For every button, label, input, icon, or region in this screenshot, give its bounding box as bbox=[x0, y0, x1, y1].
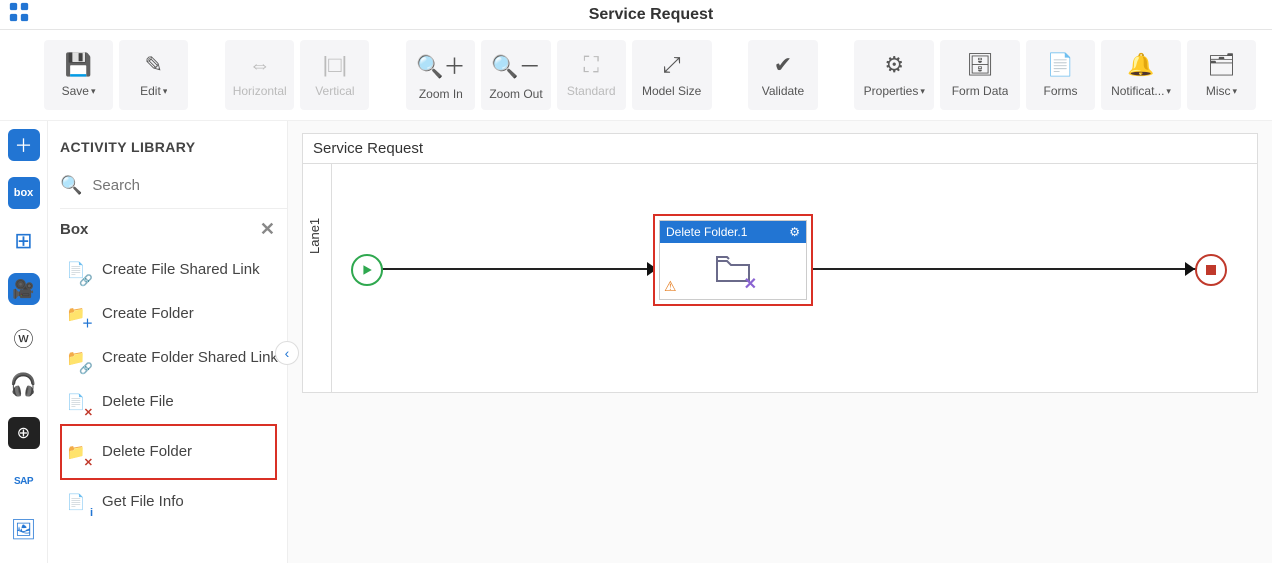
folder-icon: 🗂 bbox=[1208, 52, 1236, 78]
zoom-out-button[interactable]: 🔍－ Zoom Out bbox=[481, 40, 550, 110]
collapse-sidebar-button[interactable]: ‹ bbox=[275, 341, 299, 365]
validate-button[interactable]: ✔︎ Validate bbox=[748, 40, 817, 110]
edit-button[interactable]: ✎ Edit▾ bbox=[119, 40, 188, 110]
arrowhead-icon bbox=[1185, 262, 1195, 276]
search-input[interactable] bbox=[90, 176, 283, 195]
start-node[interactable] bbox=[351, 254, 383, 286]
expand-icon: ⤢ bbox=[663, 52, 681, 78]
file-info-icon: 📄i bbox=[62, 488, 90, 516]
activity-create-folder-shared-link[interactable]: 📁🔗 Create Folder Shared Link bbox=[60, 336, 287, 380]
align-horizontal-icon: ⇔ bbox=[249, 52, 271, 78]
activity-delete-file[interactable]: 📄✕ Delete File bbox=[60, 380, 287, 424]
folder-delete-icon: 📁✕ bbox=[62, 438, 90, 466]
document-icon: 📄 bbox=[1047, 52, 1074, 78]
forms-button[interactable]: 📄 Forms bbox=[1026, 40, 1095, 110]
image-integration-icon[interactable]: 🖼 bbox=[8, 513, 40, 545]
process-canvas[interactable]: Service Request Lane1 Delete Folder.1 ⚙ bbox=[302, 133, 1258, 393]
properties-button[interactable]: ⚙ Properties▾ bbox=[854, 40, 934, 110]
align-vertical-icon: |□| bbox=[323, 52, 348, 78]
gear-icon: ⚙ bbox=[884, 52, 904, 78]
activity-get-file-info[interactable]: 📄i Get File Info bbox=[60, 480, 287, 524]
misc-button[interactable]: 🗂 Misc▾ bbox=[1187, 40, 1256, 110]
canvas-title: Service Request bbox=[303, 134, 1257, 164]
model-size-button[interactable]: ⤢ Model Size bbox=[632, 40, 712, 110]
fit-icon: ⛶ bbox=[583, 52, 598, 78]
align-vertical-button[interactable]: |□| Vertical bbox=[300, 40, 369, 110]
save-icon: 💾 bbox=[65, 52, 92, 78]
zoom-in-button[interactable]: 🔍＋ Zoom In bbox=[406, 40, 475, 110]
search-box: 🔍 bbox=[60, 169, 287, 209]
headset-integration-icon[interactable]: 🎧 bbox=[8, 369, 40, 401]
chevron-down-icon: ▾ bbox=[91, 86, 96, 97]
activity-delete-folder[interactable]: 📁✕ Delete Folder bbox=[60, 424, 277, 480]
chevron-down-icon: ▾ bbox=[1166, 86, 1171, 97]
lane-label: Lane1 bbox=[307, 218, 322, 254]
app-icon[interactable] bbox=[8, 1, 30, 28]
chevron-down-icon: ▾ bbox=[1233, 86, 1238, 97]
bell-icon: 🔔 bbox=[1127, 52, 1154, 78]
zoom-out-icon: 🔍－ bbox=[491, 49, 540, 81]
activity-node-delete-folder[interactable]: Delete Folder.1 ⚙ ✕ ⚠ bbox=[653, 214, 813, 306]
align-horizontal-button[interactable]: ⇔ Horizontal bbox=[225, 40, 294, 110]
activity-create-file-shared-link[interactable]: 📄🔗 Create File Shared Link bbox=[60, 248, 287, 292]
zoom-in-icon: 🔍＋ bbox=[416, 49, 465, 81]
warning-icon: ⚠ bbox=[664, 278, 677, 295]
page-title: Service Request bbox=[38, 6, 1264, 24]
sap-integration-icon[interactable]: SAP bbox=[8, 465, 40, 497]
zoom-integration-icon[interactable]: 🎥 bbox=[8, 273, 40, 305]
grid-integration-icon[interactable]: ⊕ bbox=[8, 417, 40, 449]
close-group-icon[interactable]: ✕ bbox=[260, 219, 275, 240]
file-link-icon: 📄🔗 bbox=[62, 256, 90, 284]
windows-integration-icon[interactable]: ⊞ bbox=[8, 225, 40, 257]
end-node[interactable] bbox=[1195, 254, 1227, 286]
canvas-area: Service Request Lane1 Delete Folder.1 ⚙ bbox=[288, 121, 1272, 563]
notifications-button[interactable]: 🔔 Notificat...▾ bbox=[1101, 40, 1181, 110]
file-delete-icon: 📄✕ bbox=[62, 388, 90, 416]
folder-link-icon: 📁🔗 bbox=[62, 344, 90, 372]
sidebar-title: ACTIVITY LIBRARY bbox=[60, 129, 287, 169]
chevron-down-icon: ▾ bbox=[920, 86, 925, 97]
wordpress-integration-icon[interactable]: ⓦ bbox=[8, 321, 40, 353]
form-data-button[interactable]: 🗄 Form Data bbox=[940, 40, 1020, 110]
validate-icon: ✔︎ bbox=[774, 52, 792, 78]
integration-rail: ＋ box ⊞ 🎥 ⓦ 🎧 ⊕ SAP 🖼 bbox=[0, 121, 48, 563]
add-integration-button[interactable]: ＋ bbox=[8, 129, 40, 161]
group-header-box: Box ✕ bbox=[60, 209, 287, 248]
zoom-standard-button[interactable]: ⛶ Standard bbox=[557, 40, 626, 110]
gear-icon[interactable]: ⚙ bbox=[789, 225, 800, 239]
database-icon: 🗄 bbox=[966, 52, 994, 78]
box-integration-icon[interactable]: box bbox=[8, 177, 40, 209]
chevron-down-icon: ▾ bbox=[163, 86, 168, 97]
folder-plus-icon: 📁＋ bbox=[62, 300, 90, 328]
folder-delete-icon: ✕ bbox=[715, 253, 751, 290]
activity-create-folder[interactable]: 📁＋ Create Folder bbox=[60, 292, 287, 336]
node-title: Delete Folder.1 bbox=[666, 225, 747, 239]
toolbar: 💾 Save▾ ✎ Edit▾ ⇔ Horizontal |□| Vertica… bbox=[0, 30, 1272, 121]
edit-icon: ✎ bbox=[145, 52, 163, 78]
activity-library-sidebar: ACTIVITY LIBRARY 🔍 Box ✕ 📄🔗 Create File … bbox=[48, 121, 288, 563]
save-button[interactable]: 💾 Save▾ bbox=[44, 40, 113, 110]
search-icon: 🔍 bbox=[60, 175, 82, 196]
lane-divider bbox=[331, 164, 332, 392]
